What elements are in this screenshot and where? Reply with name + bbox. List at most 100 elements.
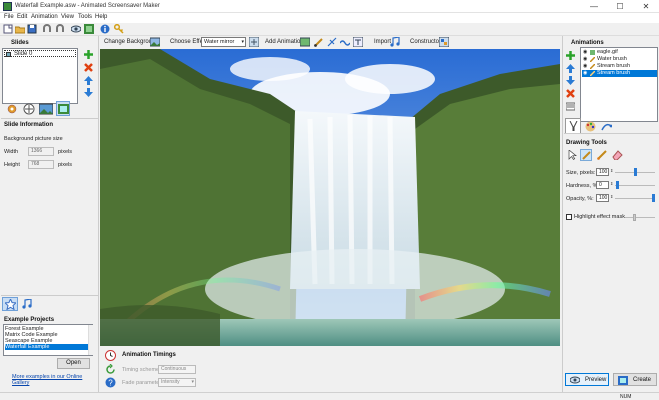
refresh-icon — [106, 364, 115, 374]
menu-edit[interactable]: Edit — [17, 14, 27, 20]
height-field: 768 — [28, 160, 54, 169]
move-down-icon[interactable] — [84, 88, 93, 97]
effect-select[interactable]: Water mirror ▾ — [201, 37, 246, 47]
hardness-input[interactable]: 0 — [596, 181, 609, 189]
tab-examples[interactable] — [2, 297, 18, 311]
tab-brush[interactable] — [565, 118, 581, 133]
paint-brush-icon[interactable] — [597, 150, 607, 160]
motion-path-icon[interactable] — [601, 121, 612, 132]
menu-animation[interactable]: Animation — [31, 14, 58, 20]
visibility-eye-icon[interactable]: ◉ — [583, 70, 587, 76]
color-palette-icon[interactable] — [585, 121, 596, 132]
size-input[interactable]: 100 — [596, 168, 609, 176]
hardness-slider-track[interactable] — [615, 185, 655, 186]
zoom-icon[interactable] — [23, 103, 35, 115]
chevron-down-icon: ▾ — [241, 39, 244, 45]
visibility-eye-icon[interactable]: ◉ — [583, 49, 587, 55]
constructor-button[interactable]: Constructor — [410, 39, 441, 45]
slide-item[interactable]: Slide 0 — [4, 50, 76, 57]
hardness-spin-icon[interactable]: ⇕ — [610, 181, 613, 186]
project-item-selected[interactable]: Waterfall Example — [5, 344, 89, 350]
undo-icon[interactable] — [42, 24, 52, 34]
add-slide-icon[interactable] — [84, 50, 93, 59]
eraser-icon[interactable] — [612, 150, 623, 160]
svg-text:?: ? — [108, 379, 113, 388]
add-animation-icon[interactable] — [566, 51, 575, 60]
brush-icon — [590, 64, 595, 69]
num-lock-indicator: NUM — [620, 394, 632, 400]
slides-title: Slides — [11, 40, 29, 46]
projects-list[interactable]: Forest Example Matrix Code Example Seasc… — [3, 324, 93, 356]
minimize-button[interactable]: — — [581, 0, 607, 13]
brush-icon — [590, 57, 595, 62]
animation-item[interactable]: ◉ Water brush — [582, 56, 657, 63]
drawing-tools-title: Drawing Tools — [566, 140, 607, 146]
close-button[interactable]: ✕ — [633, 0, 659, 13]
menu-tools[interactable]: Tools — [78, 14, 92, 20]
animation-side-buttons — [566, 49, 575, 149]
layers-icon[interactable] — [566, 102, 575, 111]
visibility-eye-icon[interactable]: ◉ — [583, 56, 587, 62]
size-slider-thumb[interactable] — [634, 168, 637, 176]
size-spin-icon[interactable]: ⇕ — [610, 168, 613, 173]
wave-icon[interactable] — [340, 37, 350, 47]
animation-item[interactable]: ◉ Stream brush — [582, 63, 657, 70]
pointer-icon[interactable] — [568, 150, 577, 160]
online-gallery-link[interactable]: More examples in our Online Gallery — [12, 374, 98, 386]
text-animation-icon[interactable] — [353, 37, 363, 47]
new-project-icon[interactable] — [3, 24, 13, 34]
animation-item[interactable]: ◉ eagle.gif — [582, 49, 657, 56]
import-music-icon[interactable] — [390, 37, 400, 47]
menu-file[interactable]: File — [4, 14, 14, 20]
redo-icon[interactable] — [55, 24, 65, 34]
slides-list[interactable]: Slide 0 — [2, 48, 78, 104]
projects-scrollbar[interactable] — [88, 325, 93, 355]
opacity-slider-thumb[interactable] — [652, 194, 655, 202]
highlight-mask-checkbox[interactable] — [566, 214, 572, 220]
opacity-label: Opacity, %: — [566, 196, 594, 202]
height-label: Height — [4, 162, 20, 168]
slide-canvas[interactable] — [100, 49, 560, 346]
menu-view[interactable]: View — [61, 14, 74, 20]
effect-settings-icon[interactable] — [249, 37, 259, 47]
help-icon[interactable]: ? — [105, 377, 116, 388]
music-icon[interactable] — [22, 299, 32, 309]
add-gif-icon[interactable] — [300, 37, 310, 47]
opacity-slider-track[interactable] — [615, 198, 655, 199]
move-up-icon[interactable] — [566, 64, 575, 73]
menu-help[interactable]: Help — [95, 14, 107, 20]
opacity-input[interactable]: 100 — [596, 194, 609, 202]
move-down-icon[interactable] — [566, 76, 575, 85]
open-button[interactable]: Open — [57, 358, 90, 369]
info-icon[interactable] — [100, 24, 110, 34]
background-picture-icon[interactable] — [150, 37, 160, 47]
opacity-spin-icon[interactable]: ⇕ — [610, 194, 613, 199]
settings-gear-icon[interactable] — [6, 103, 18, 115]
create-screensaver-icon — [618, 376, 628, 385]
effect-select-value: Water mirror — [204, 39, 235, 45]
visibility-eye-icon[interactable]: ◉ — [583, 63, 587, 69]
build-icon[interactable] — [84, 24, 94, 34]
preview-button[interactable]: Preview — [565, 373, 609, 386]
preview-eye-icon[interactable] — [71, 24, 81, 34]
brush-tool-button[interactable] — [580, 149, 592, 161]
delete-animation-icon[interactable] — [566, 89, 575, 98]
delete-slide-icon[interactable] — [84, 63, 93, 72]
brush-icon[interactable] — [314, 37, 324, 47]
animation-item-selected[interactable]: ◉ Stream brush — [582, 70, 657, 77]
clock-icon — [105, 350, 116, 361]
constructor-icon[interactable] — [439, 37, 449, 47]
import-button[interactable]: Import — [374, 39, 391, 45]
animations-list[interactable]: ◉ eagle.gif ◉ Water brush ◉ Stream brush… — [580, 47, 658, 122]
move-up-icon[interactable] — [84, 76, 93, 85]
hardness-slider-thumb[interactable] — [616, 181, 619, 189]
save-icon[interactable] — [27, 24, 37, 34]
picture-icon[interactable] — [39, 103, 53, 115]
open-folder-icon[interactable] — [15, 24, 25, 34]
add-animation-button[interactable]: Add Animation — [265, 39, 304, 45]
create-button[interactable]: Create — [613, 373, 657, 386]
key-icon[interactable] — [114, 24, 124, 34]
maximize-button[interactable]: ☐ — [607, 0, 633, 13]
tab-slide-info[interactable] — [56, 101, 70, 116]
particles-icon[interactable] — [327, 37, 337, 47]
